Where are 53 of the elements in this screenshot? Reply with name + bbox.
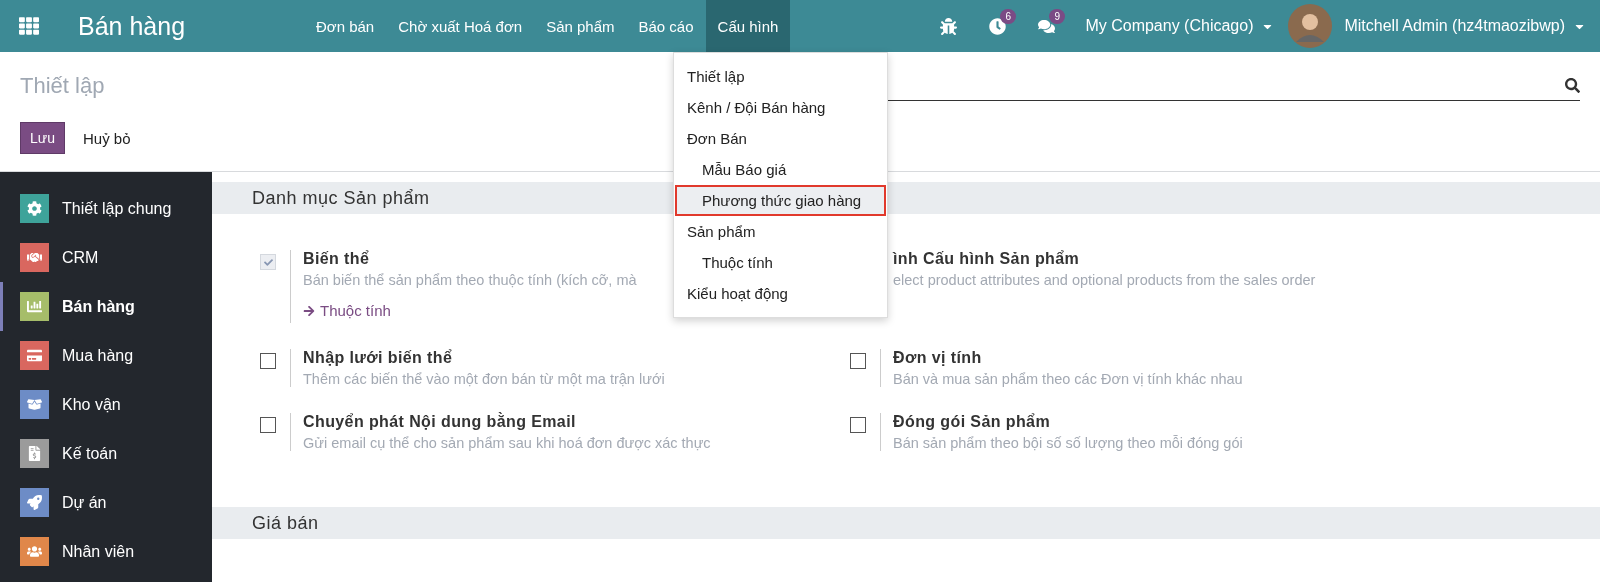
checkbox[interactable] [850,353,866,369]
check-icon [263,257,273,267]
setting-description: Thêm các biến thể vào một đơn bán từ một ma trận lưới [303,371,665,387]
setting-title: Đơn vị tính [893,349,983,367]
menu-item[interactable]: Kênh / Đội Bán hàng [675,92,886,123]
sidebar-item[interactable]: Thiết lập chung [0,184,212,233]
discard-button[interactable]: Huỷ bỏ [76,122,137,154]
setting-description: elect product attributes and optional products from the sales order [893,272,1316,288]
activity-badge: 6 [1000,8,1016,24]
sidebar-item[interactable]: Nhân viên [0,527,212,576]
setting-title: Đóng gói Sản phẩm [893,413,1052,431]
menu-item[interactable]: Kiểu hoạt động [675,278,886,309]
setting-title: Nhập lưới biến thể [303,349,454,367]
setting-description: Gửi email cụ thể cho sản phẩm sau khi hoá đơn được xác thực [303,435,711,451]
clock-icon[interactable] [989,17,1007,35]
bug-icon[interactable] [940,17,958,35]
sidebar-item[interactable]: Kho vận [0,380,212,429]
app-title: Bán hàng [77,11,187,41]
sidebar-item[interactable]: Dự án [0,478,212,527]
nav-menu-item[interactable]: Sản phẩm [534,0,627,52]
menu-item[interactable]: Mẫu Báo giá [675,154,886,185]
nav-menu-item[interactable]: Chờ xuất Hoá đơn [386,0,535,52]
sidebar-item[interactable]: Bán hàng [0,282,212,331]
nav-menu-item[interactable]: Cấu hình [705,0,791,52]
menu-item[interactable]: Sản phẩm [675,216,886,247]
company-switcher[interactable]: My Company (Chicago) [1085,17,1275,35]
setting-description: Bán biến thể sản phẩm theo thuộc tính (kích cỡ, mà [303,272,637,288]
setting-description: Bán sản phẩm theo bội số số lượng theo mỗi đóng gói [893,435,1243,451]
messages-badge: 9 [1049,8,1065,24]
checkbox[interactable] [260,353,276,369]
arrow-icon [303,304,315,317]
menu-item[interactable]: Thiết lập [675,61,886,92]
menu-item[interactable]: Thuộc tính [675,247,886,278]
user-avatar [1288,4,1333,48]
menu-item[interactable]: Đơn Bán [675,123,886,154]
menu-item[interactable]: Phương thức giao hàng [675,185,886,216]
search-icon [1565,78,1580,93]
checkbox[interactable] [260,417,276,433]
sidebar-item[interactable]: CRM [0,233,212,282]
chat-icon[interactable] [1038,17,1056,35]
checkbox[interactable] [850,417,866,433]
nav-menu-item[interactable]: Báo cáo [626,0,706,52]
sidebar-item[interactable]: Mua hàng [0,331,212,380]
page-title: Thiết lập [20,73,105,99]
nav-menu-item[interactable]: Đơn bán [304,0,387,52]
setting-title: Chuyển phát Nội dung bằng Email [303,413,577,431]
section-header: Giá bán [212,507,1600,539]
save-button[interactable]: Lưu [20,122,65,154]
user-menu[interactable]: Mitchell Admin (hz4tmaozibwp) [1344,17,1586,35]
sidebar-item[interactable]: Kế toán [0,429,212,478]
setting-description: Bán và mua sản phẩm theo các Đơn vị tính khác nhau [893,371,1243,387]
setting-title: ình Cấu hình Sản phẩm [893,250,1081,268]
setting-title: Biến thể [303,250,371,268]
